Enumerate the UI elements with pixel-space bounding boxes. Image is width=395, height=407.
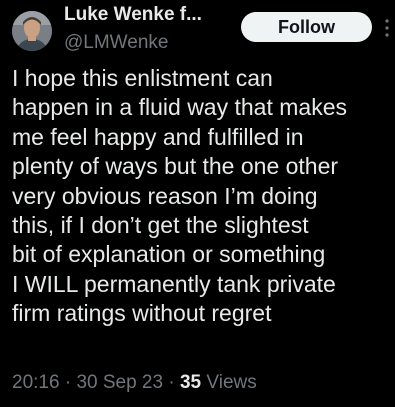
tweet: Luke Wenke f... @LMWenke Follow I hope t… <box>0 0 395 407</box>
views-count[interactable]: 35 <box>180 372 201 393</box>
follow-button[interactable]: Follow <box>241 12 372 42</box>
avatar-portrait-icon <box>12 11 52 51</box>
author-display-name[interactable]: Luke Wenke f... <box>64 4 202 26</box>
meta-separator: · <box>163 372 180 393</box>
tweet-text-line: very obvious reason I’m doing <box>12 182 318 209</box>
author-handle[interactable]: @LMWenke <box>64 32 168 54</box>
tweet-text-line: I WILL permanently tank private <box>12 270 336 297</box>
tweet-text-line: happen in a fluid way that makes <box>12 94 347 121</box>
avatar[interactable] <box>12 11 52 51</box>
tweet-text-line: plenty of ways but the one other <box>12 153 339 180</box>
tweet-text-line: me feel happy and fulfilled in <box>12 123 304 150</box>
tweet-text-line: bit of explanation or something <box>12 241 326 268</box>
tweet-time[interactable]: 20:16 <box>12 372 60 393</box>
tweet-text-line: I hope this enlistment can <box>12 65 273 91</box>
tweet-text-line: firm ratings without regret <box>12 300 272 327</box>
tweet-text-line: this, if I don’t get the slightest <box>12 212 309 239</box>
meta-separator: · <box>59 372 77 393</box>
more-dots-icon[interactable] <box>383 17 391 39</box>
views-label: Views <box>201 372 257 393</box>
tweet-date[interactable]: 30 Sep 23 <box>76 372 163 393</box>
tweet-text: I hope this enlistment can happen in a f… <box>12 64 392 329</box>
tweet-meta: 20:16 · 30 Sep 23 · 35 Views <box>12 372 257 394</box>
